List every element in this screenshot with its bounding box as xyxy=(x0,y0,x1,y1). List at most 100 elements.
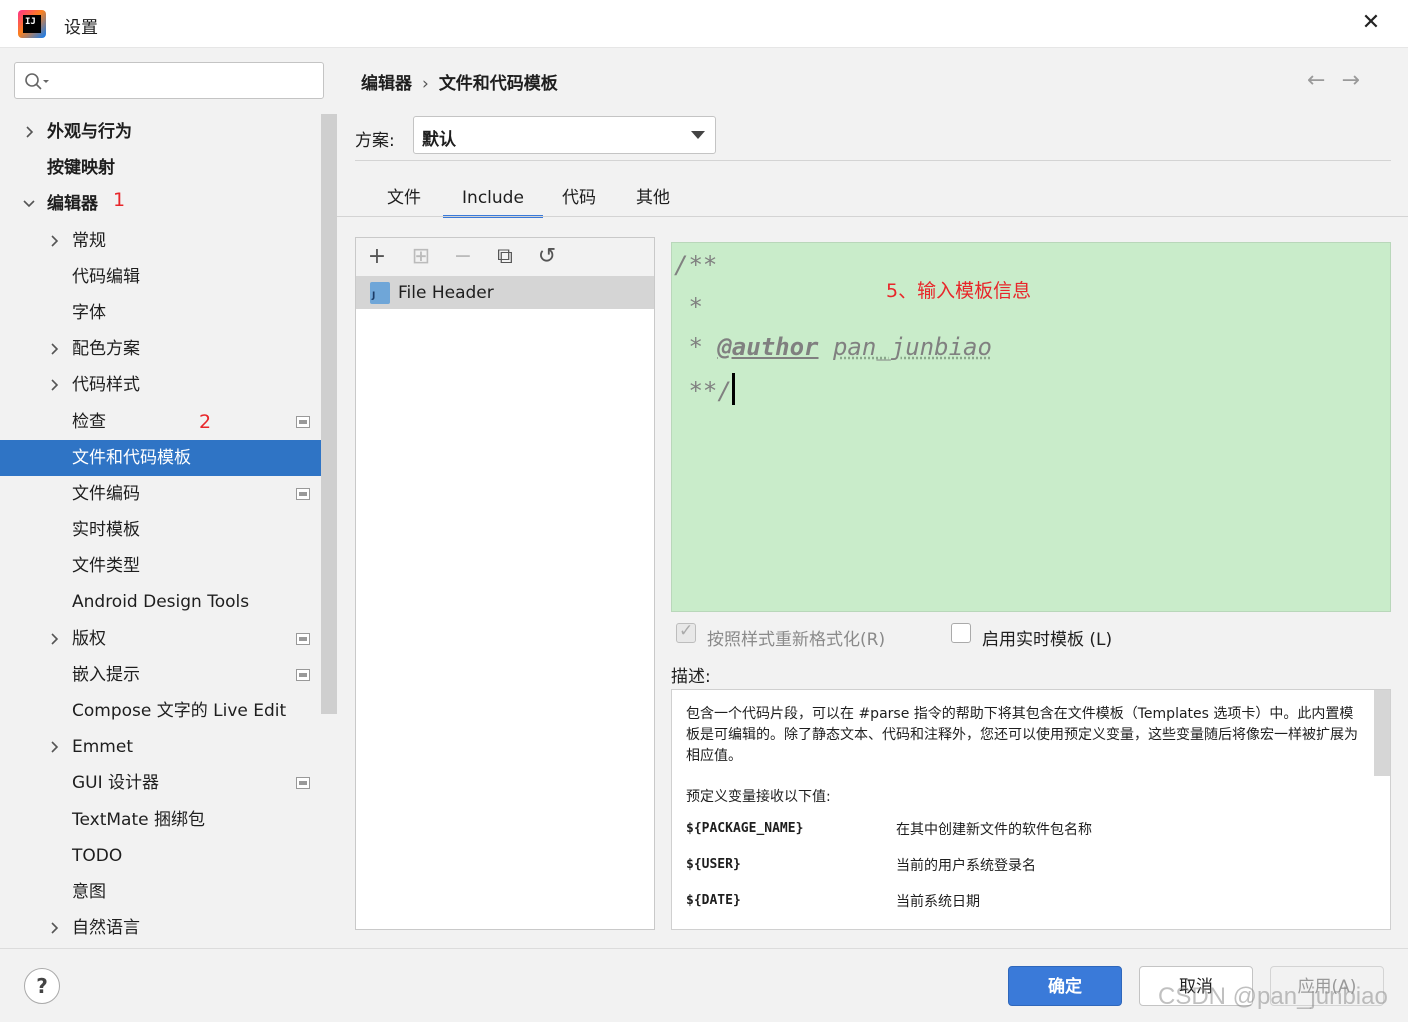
tab-3[interactable]: 其他 xyxy=(617,186,689,218)
forward-arrow-icon[interactable]: → xyxy=(1341,68,1359,93)
sidebar-item-label: 版权 xyxy=(72,628,106,649)
sidebar-item-label: TODO xyxy=(72,845,123,866)
close-icon[interactable]: ✕ xyxy=(1358,10,1384,36)
copy-icon[interactable]: ⧉ xyxy=(492,244,518,270)
sidebar-item-label: TextMate 捆绑包 xyxy=(72,809,205,830)
add-icon[interactable]: + xyxy=(364,244,390,270)
description-intro: 包含一个代码片段，可以在 #parse 指令的帮助下将其包含在文件模板（Temp… xyxy=(686,706,1358,764)
annotation-1: 1 xyxy=(113,189,126,211)
variable-name: ${USER} xyxy=(686,857,741,872)
sidebar-item[interactable]: 配色方案 xyxy=(0,331,321,367)
sidebar-item[interactable]: 字体 xyxy=(0,295,321,331)
sidebar-item[interactable]: 外观与行为 xyxy=(0,114,321,150)
sidebar-item[interactable]: Android Design Tools xyxy=(0,584,321,620)
template-list-panel: + ⊞ − ⧉ ↺ File Header xyxy=(355,237,655,930)
sidebar-item[interactable]: TODO xyxy=(0,838,321,874)
sidebar-item-label: 字体 xyxy=(72,302,106,323)
code-line-1: /** xyxy=(674,251,718,279)
sidebar-item-label: Emmet xyxy=(72,737,133,758)
scheme-value: 默认 xyxy=(422,130,456,150)
search-input[interactable] xyxy=(14,62,324,99)
annotation-5: 5、输入模板信息 xyxy=(886,280,1032,302)
live-templates-checkbox[interactable] xyxy=(951,623,971,643)
reformat-label: 按照样式重新格式化(R) xyxy=(707,630,886,650)
divider xyxy=(355,160,1391,161)
sidebar-item[interactable]: 按键映射 xyxy=(0,150,321,186)
annotation-2: 2 xyxy=(199,411,212,433)
sidebar-item[interactable]: Emmet xyxy=(0,729,321,765)
back-arrow-icon[interactable]: ← xyxy=(1307,68,1325,93)
description-panel: 包含一个代码片段，可以在 #parse 指令的帮助下将其包含在文件模板（Temp… xyxy=(671,689,1391,930)
watermark: CSDN @pan_junbiao xyxy=(1158,983,1388,1010)
sidebar-item[interactable]: 自然语言 xyxy=(0,910,321,946)
sidebar-item-label: GUI 设计器 xyxy=(72,773,160,794)
sidebar-item-label: 文件和代码模板 xyxy=(72,447,191,468)
sidebar-item[interactable]: 文件和代码模板 xyxy=(0,439,337,476)
tabs-divider xyxy=(337,216,1408,217)
code-line-3: * @author pan_junbiao xyxy=(674,333,992,361)
breadcrumb-current: 文件和代码模板 xyxy=(438,74,558,94)
sidebar-item-label: 按键映射 xyxy=(47,158,115,179)
sidebar-item[interactable]: 代码样式 xyxy=(0,367,321,403)
tab-2[interactable]: 代码 xyxy=(543,186,615,218)
variable-name: ${PACKAGE_NAME} xyxy=(686,821,804,836)
scheme-label: 方案: xyxy=(355,131,395,151)
sidebar-item[interactable]: 意图 xyxy=(0,874,321,910)
scrollbar-thumb[interactable] xyxy=(321,114,337,714)
sidebar-item-label: 编辑器 xyxy=(47,194,98,215)
variables-heading: 预定义变量接收以下值: xyxy=(686,789,831,805)
description-scrollbar[interactable] xyxy=(1374,690,1390,776)
sidebar-item-label: Compose 文字的 Live Edit xyxy=(72,701,287,721)
description-label: 描述: xyxy=(671,667,711,687)
code-line-4: **/ xyxy=(674,373,735,405)
sidebar-item[interactable]: 编辑器 xyxy=(0,186,321,222)
breadcrumb-parent[interactable]: 编辑器 xyxy=(361,74,412,94)
reformat-checkbox[interactable] xyxy=(676,621,696,643)
sidebar-item-label: 检查 xyxy=(72,411,106,432)
title-bar: IJ 设置 ✕ xyxy=(0,0,1408,48)
java-file-icon xyxy=(370,282,390,304)
reset-icon[interactable]: ↺ xyxy=(534,244,560,270)
live-templates-label: 启用实时模板 (L) xyxy=(982,630,1113,650)
author-tag: @author xyxy=(717,333,819,361)
project-scope-icon xyxy=(296,415,310,428)
sidebar-item[interactable]: TextMate 捆绑包 xyxy=(0,802,321,838)
sidebar-item-label: 常规 xyxy=(72,230,106,251)
sidebar-item[interactable]: 文件编码 xyxy=(0,476,321,512)
list-item-file-header[interactable]: File Header xyxy=(356,276,654,309)
sidebar-item-label: 代码编辑 xyxy=(72,266,140,287)
sidebar-item[interactable]: 嵌入提示 xyxy=(0,657,321,693)
sidebar-item-label: 意图 xyxy=(72,881,106,902)
sidebar-item-label: 文件类型 xyxy=(72,556,140,577)
remove-icon[interactable]: − xyxy=(450,244,476,270)
sidebar-scrollbar[interactable] xyxy=(321,114,337,714)
code-line-2: * xyxy=(674,293,703,321)
sidebar-item-label: 嵌入提示 xyxy=(72,664,140,685)
breadcrumb: 编辑器 › 文件和代码模板 xyxy=(361,69,558,94)
sidebar-item-label: 自然语言 xyxy=(72,918,140,939)
variable-desc: 当前的用户系统登录名 xyxy=(896,858,1036,874)
sidebar-item[interactable]: 版权 xyxy=(0,621,321,657)
ok-button[interactable]: 确定 xyxy=(1008,966,1122,1006)
sidebar-item[interactable]: 文件类型 xyxy=(0,548,321,584)
chevron-down-icon xyxy=(691,131,705,139)
sidebar-item[interactable]: 常规 xyxy=(0,223,321,259)
project-scope-icon xyxy=(296,632,310,645)
tab-0[interactable]: 文件 xyxy=(371,186,437,218)
sidebar-item[interactable]: 代码编辑 xyxy=(0,259,321,295)
sidebar-item[interactable]: 实时模板 xyxy=(0,512,321,548)
sidebar-item[interactable]: Compose 文字的 Live Edit xyxy=(0,693,321,729)
list-toolbar: + ⊞ − ⧉ ↺ xyxy=(356,238,654,276)
author-value: pan_junbiao xyxy=(832,333,992,361)
sidebar-item[interactable]: 检查 xyxy=(0,404,321,440)
settings-tree: 外观与行为按键映射编辑器常规代码编辑字体配色方案代码样式检查文件和代码模板文件编… xyxy=(0,114,337,946)
sidebar-item-label: 代码样式 xyxy=(72,375,140,396)
scheme-select[interactable]: 默认 xyxy=(413,116,716,154)
sidebar-item-label: Android Design Tools xyxy=(72,592,250,613)
help-icon[interactable]: ? xyxy=(24,968,60,1004)
sidebar-item[interactable]: GUI 设计器 xyxy=(0,765,321,801)
sidebar-item-label: 实时模板 xyxy=(72,520,140,541)
settings-sidebar: 外观与行为按键映射编辑器常规代码编辑字体配色方案代码样式检查文件和代码模板文件编… xyxy=(0,48,337,948)
tab-1[interactable]: Include xyxy=(443,186,543,218)
add-child-icon[interactable]: ⊞ xyxy=(408,244,434,270)
